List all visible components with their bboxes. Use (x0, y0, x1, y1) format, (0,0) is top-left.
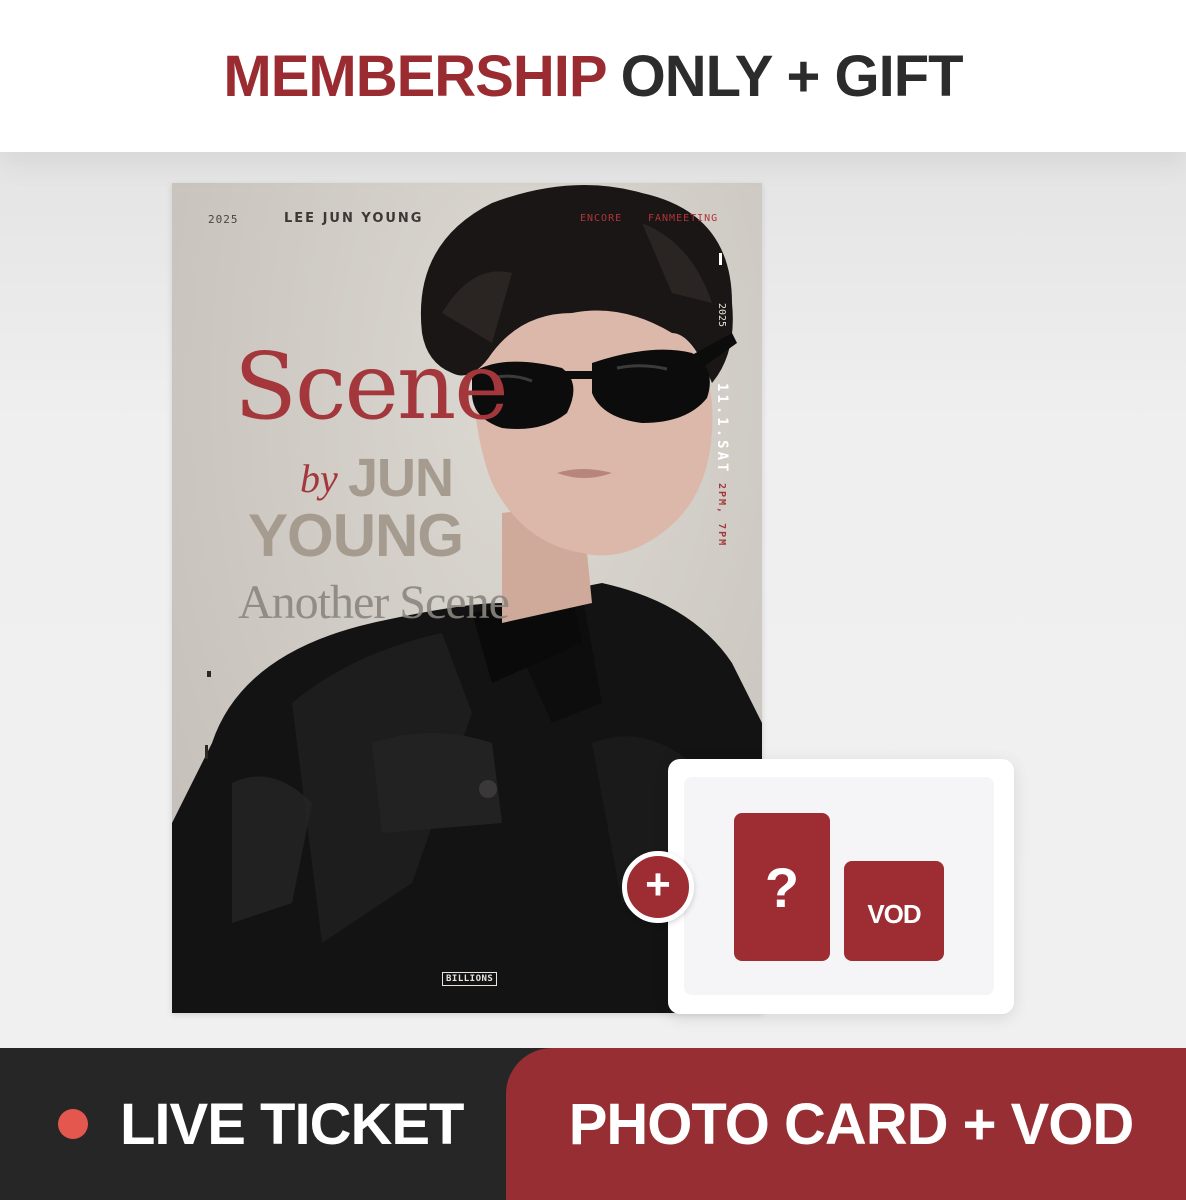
poster-title-by: by (300, 456, 338, 501)
poster-date: 11.1.SAT (714, 383, 730, 475)
header-title-rest: ONLY + GIFT (620, 43, 964, 109)
poster-title-young: YOUNG (248, 502, 464, 569)
photo-card-vod-label: PHOTO CARD + VOD (568, 1091, 1135, 1157)
poster-title-jun: JUN (348, 448, 454, 508)
live-ticket-label: LIVE TICKET (120, 1091, 464, 1157)
poster-artist: LEE JUN YOUNG (284, 211, 424, 226)
poster-logo: BILLIONS (442, 972, 498, 986)
live-dot-icon (58, 1109, 88, 1139)
vod-label: VOD (867, 898, 921, 929)
poster-subtitle: Another Scene (238, 576, 510, 629)
poster-year: 2025 (208, 213, 239, 226)
header: MEMBERSHIP ONLY + GIFT (0, 0, 1186, 152)
live-ticket-bar: LIVE TICKET (0, 1048, 560, 1200)
poster-title-scene: Scene (234, 333, 509, 440)
poster-time: 2PM, 7PM (716, 483, 727, 548)
header-title: MEMBERSHIP ONLY + GIFT (223, 43, 964, 110)
plus-icon: + (645, 860, 671, 909)
photo-card-tile: ? (734, 813, 830, 961)
vod-tile: VOD (844, 861, 944, 961)
poster-vertical-year: 2025 (716, 303, 727, 328)
gift-bar: PHOTO CARD + VOD (506, 1048, 1186, 1200)
poster-encore: ENCORE (580, 213, 623, 224)
question-mark-icon: ? (764, 855, 800, 919)
gift-card-inner (684, 777, 994, 995)
plus-badge: + (622, 851, 694, 923)
gift-card (668, 759, 1014, 1014)
header-title-accent: MEMBERSHIP (223, 43, 606, 109)
poster-fanmeeting: FANMEETING (648, 213, 719, 224)
